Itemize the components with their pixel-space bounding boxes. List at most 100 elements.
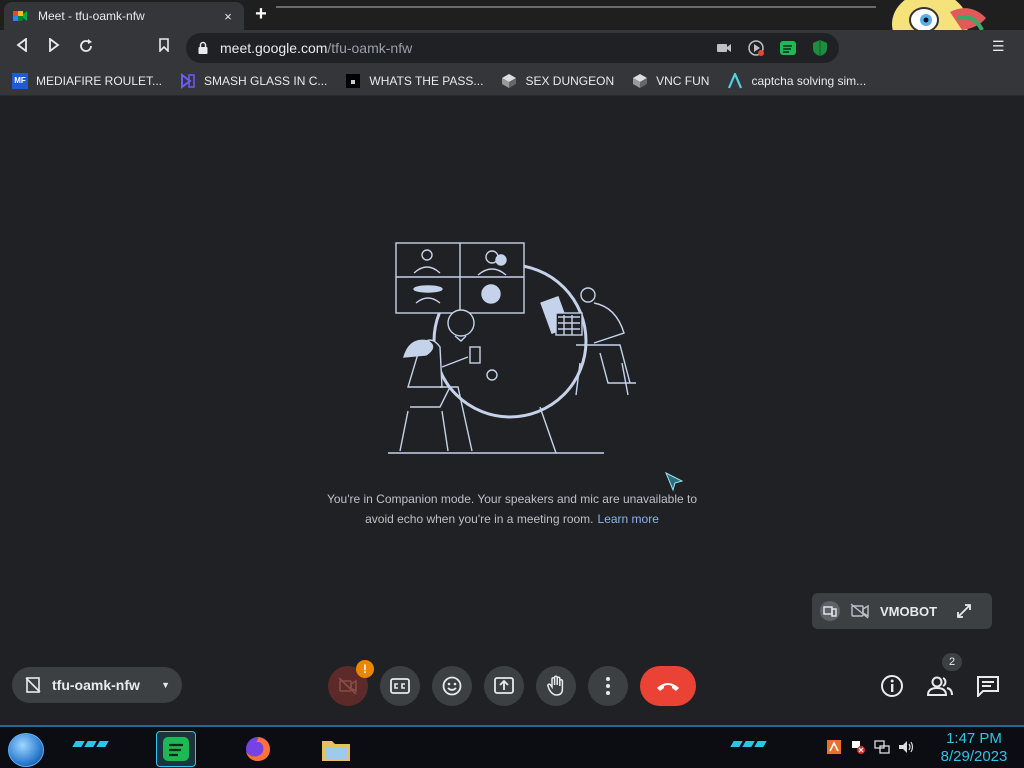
mediafire-icon: MF (12, 72, 28, 89)
companion-mode-illustration (388, 242, 636, 454)
captions-button[interactable] (380, 666, 420, 706)
mouse-cursor-icon (665, 471, 684, 492)
network-icon[interactable] (874, 739, 890, 755)
google-meet-icon (13, 11, 27, 21)
bookmarks-bar: MF MEDIAFIRE ROULET... SMASH GLASS IN C.… (0, 66, 1024, 96)
firefox-icon (246, 737, 270, 761)
taskbar-spotify[interactable] (156, 731, 196, 767)
taskbar-decoration (72, 741, 109, 749)
browser-menu-button[interactable]: ☰ (992, 38, 1005, 55)
forward-button[interactable] (44, 37, 64, 58)
volume-icon[interactable] (898, 739, 914, 755)
reactions-button[interactable] (432, 666, 472, 706)
tab-title: Meet - tfu-oamk-nfw (38, 9, 145, 23)
bookmark-label: SMASH GLASS IN C... (204, 73, 328, 88)
raise-hand-button[interactable] (536, 666, 576, 706)
url-host: meet.google.com (220, 40, 328, 56)
people-icon (927, 676, 953, 696)
reload-button[interactable] (76, 38, 96, 58)
forward-arrow-icon (49, 37, 60, 53)
people-count-badge: 2 (942, 653, 962, 671)
chevron-down-icon: ▼ (161, 680, 170, 690)
more-options-button[interactable] (588, 666, 628, 706)
camera-in-use-icon[interactable] (715, 39, 733, 57)
bookmark-sex-dungeon[interactable]: SEX DUNGEON (501, 73, 614, 89)
system-clock[interactable]: 1:47 PM 8/29/2023 (934, 730, 1014, 766)
self-view-tile[interactable]: VMOBOT (812, 593, 992, 629)
bookmark-mediafire[interactable]: MF MEDIAFIRE ROULET... (12, 72, 163, 89)
cube-icon (502, 73, 517, 88)
self-name: VMOBOT (880, 603, 938, 619)
chat-icon (977, 676, 999, 697)
recording-extension-icon[interactable] (747, 39, 765, 57)
spotify-app-icon (163, 737, 189, 761)
meeting-info-button[interactable] (877, 671, 907, 701)
present-icon (494, 677, 514, 694)
bookmark-label: WHATS THE PASS... (369, 73, 484, 88)
reload-icon (80, 39, 92, 52)
camera-off-icon (850, 601, 870, 621)
action-center-flag-icon[interactable] (850, 739, 866, 755)
bookmark-vnc-fun[interactable]: VNC FUN (632, 73, 709, 89)
bookmark-icon (159, 38, 169, 53)
tab-strip-divider (276, 6, 876, 8)
url-text: meet.google.com/tfu-oamk-nfw (220, 40, 412, 56)
omnibox-icons (715, 39, 829, 57)
tray-app-icon[interactable] (826, 739, 842, 755)
tab-close-icon[interactable]: × (220, 9, 236, 24)
captions-icon (390, 678, 410, 694)
info-icon (881, 675, 903, 697)
companion-mode-message: You're in Companion mode. Your speakers … (300, 489, 724, 529)
taskbar-firefox[interactable] (238, 731, 278, 767)
bookmark-star-button[interactable] (154, 38, 174, 58)
bookmark-label: captcha solving sim... (751, 73, 867, 88)
chat-button[interactable] (973, 671, 1003, 701)
expand-icon[interactable] (954, 601, 974, 621)
tab-strip: Meet - tfu-oamk-nfw × + (0, 0, 1024, 30)
leave-call-button[interactable] (640, 666, 696, 706)
companion-message-line-1: You're in Companion mode. Your speakers … (326, 492, 698, 506)
companion-device-icon (820, 601, 840, 621)
people-button[interactable] (925, 671, 955, 701)
present-screen-button[interactable] (484, 666, 524, 706)
glass-icon (181, 72, 195, 89)
a-logo-icon (728, 72, 743, 88)
tab-meet[interactable]: Meet - tfu-oamk-nfw × (4, 2, 244, 30)
shield-extension-icon[interactable] (811, 39, 829, 57)
start-button[interactable] (8, 733, 44, 767)
bookmark-smash-glass[interactable]: SMASH GLASS IN C... (180, 72, 328, 89)
meeting-details-button[interactable]: tfu-oamk-nfw ▼ (12, 667, 182, 703)
bookmark-whats-the-pass[interactable]: WHATS THE PASS... (345, 73, 483, 89)
back-arrow-icon (16, 37, 27, 53)
meet-stage: You're in Companion mode. Your speakers … (0, 97, 1024, 725)
bookmark-captcha[interactable]: captcha solving sim... (727, 72, 867, 89)
new-tab-button[interactable]: + (250, 4, 272, 26)
cube-icon (633, 73, 648, 88)
folder-icon (322, 741, 350, 761)
meeting-code: tfu-oamk-nfw (52, 677, 140, 693)
taskbar-decoration (730, 741, 767, 749)
camera-off-icon (338, 677, 357, 695)
back-button[interactable] (12, 37, 32, 58)
url-path: /tfu-oamk-nfw (327, 40, 413, 56)
clock-time: 1:47 PM (946, 730, 1002, 747)
lock-icon (198, 41, 208, 54)
system-tray (826, 739, 914, 755)
screen: Meet - tfu-oamk-nfw × + meet.google.com/… (0, 0, 1024, 768)
emoji-icon (442, 676, 462, 696)
address-bar[interactable]: meet.google.com/tfu-oamk-nfw (186, 33, 839, 63)
camera-toggle-button[interactable]: ! (328, 660, 374, 706)
hand-icon (547, 675, 564, 696)
bookmark-label: MEDIAFIRE ROULET... (36, 73, 163, 88)
companion-off-icon (25, 677, 41, 693)
taskbar: 1:47 PM 8/29/2023 (0, 725, 1024, 768)
warning-badge: ! (356, 660, 374, 678)
spotify-extension-icon[interactable] (779, 39, 797, 57)
browser-toolbar: meet.google.com/tfu-oamk-nfw ☰ (0, 30, 1024, 66)
taskbar-file-explorer[interactable] (316, 731, 356, 767)
more-vert-icon (606, 677, 610, 695)
bookmark-label: VNC FUN (656, 73, 710, 88)
lock-square-icon (346, 73, 361, 88)
clock-date: 8/29/2023 (940, 748, 1008, 765)
learn-more-link[interactable]: Learn more (598, 512, 659, 526)
